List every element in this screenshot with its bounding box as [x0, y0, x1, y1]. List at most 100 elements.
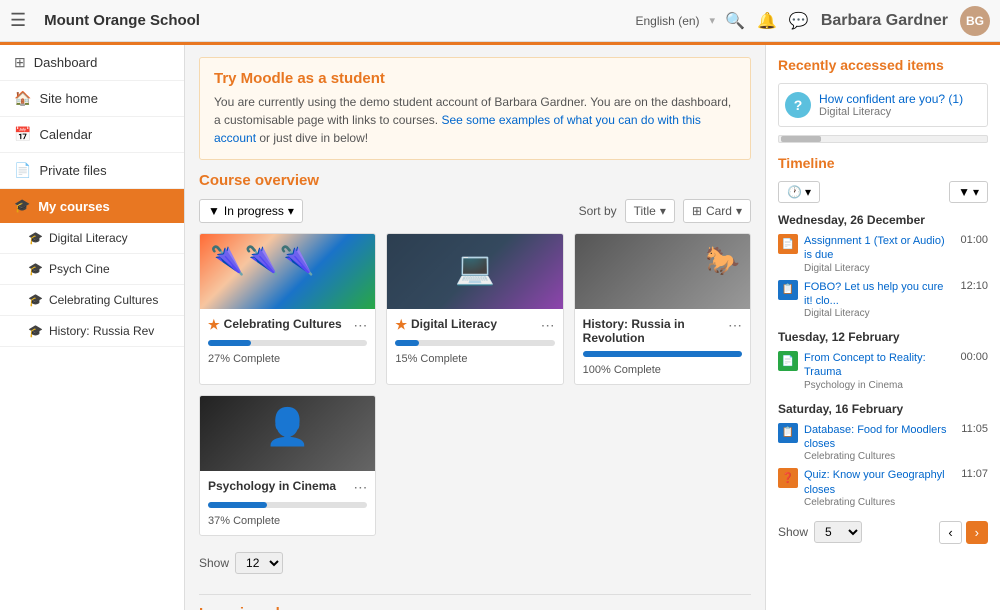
course-title-history: History: Russia in Revolution: [583, 317, 728, 345]
filter-icon: ▼: [208, 204, 220, 218]
user-name[interactable]: Barbara Gardner: [821, 12, 948, 30]
learning-plans: Learning plans: [199, 594, 751, 610]
timeline-event-database[interactable]: 📋 Database: Food for Moodlers closes Cel…: [778, 420, 988, 466]
view-button[interactable]: ⊞ Card ▾: [683, 199, 751, 223]
timeline-event-quiz[interactable]: ❓ Quiz: Know your Geographyl closes Cele…: [778, 465, 988, 511]
progress-text-psych: 37% Complete: [208, 515, 280, 527]
progress-bar-celebrating: [208, 340, 251, 346]
recent-item-title: How confident are you? (1): [819, 92, 981, 106]
event-icon-fobo: 📋: [778, 280, 798, 300]
timeline-event-fobo[interactable]: 📋 FOBO? Let us help you cure it! clo... …: [778, 277, 988, 323]
try-moodle-text2: or just dive in below!: [259, 131, 368, 145]
sidebar-item-private-files[interactable]: 📄 Private files: [0, 153, 184, 189]
timeline-section: Timeline 🕐 ▾ ▼ ▾ Wednesday, 26 December …: [778, 155, 988, 544]
recent-item-course: Digital Literacy: [819, 106, 981, 118]
event-time-assignment: 01:00: [960, 234, 988, 246]
grid-icon: ⊞: [692, 204, 702, 218]
course-card-digital[interactable]: ★ Digital Literacy ⋯ 15% Complete: [386, 233, 563, 385]
more-icon-celebrating[interactable]: ⋯: [353, 317, 367, 334]
notification-icon[interactable]: 🔔: [757, 11, 777, 31]
try-moodle-text: You are currently using the demo student…: [214, 93, 736, 147]
sidebar-item-digital-literacy[interactable]: 🎓 Digital Literacy: [0, 223, 184, 254]
progress-bar-digital: [395, 340, 419, 346]
recent-item-icon: ?: [785, 92, 811, 118]
course-card-history[interactable]: History: Russia in Revolution ⋯ 100% Com…: [574, 233, 751, 385]
course-overview-header: Course overview: [199, 172, 751, 189]
event-title-database: Database: Food for Moodlers closes: [804, 423, 955, 452]
event-course-assignment: Digital Literacy: [804, 263, 954, 274]
progress-bar-history: [583, 351, 742, 357]
sidebar-item-history-russia[interactable]: 🎓 History: Russia Rev: [0, 316, 184, 347]
recent-item-how-confident[interactable]: ? How confident are you? (1) Digital Lit…: [778, 83, 988, 127]
event-info-database: Database: Food for Moodlers closes Celeb…: [804, 423, 955, 463]
event-title-trauma: From Concept to Reality: Trauma: [804, 351, 954, 380]
course-card-psych[interactable]: Psychology in Cinema ⋯ 37% Complete: [199, 395, 376, 536]
filter-arrow: ▾: [288, 204, 294, 218]
show-label: Show: [199, 556, 229, 570]
course-title-digital: Digital Literacy: [411, 317, 497, 331]
course-card-title-psych: Psychology in Cinema: [208, 479, 353, 493]
sidebar-item-celebrating-cultures[interactable]: 🎓 Celebrating Cultures: [0, 285, 184, 316]
sort-button[interactable]: Title ▾: [625, 199, 675, 223]
event-info-fobo: FOBO? Let us help you cure it! clo... Di…: [804, 280, 954, 320]
scroll-indicator: [778, 135, 988, 143]
show-select-timeline[interactable]: 5 10: [814, 521, 862, 543]
progress-text-celebrating: 27% Complete: [208, 353, 280, 365]
avatar[interactable]: BG: [960, 6, 990, 36]
more-icon-psych[interactable]: ⋯: [353, 479, 367, 496]
course-title-celebrating: Celebrating Cultures: [224, 317, 342, 331]
sidebar-label-hr: History: Russia Rev: [49, 324, 154, 338]
sidebar-label-calendar: Calendar: [39, 127, 92, 142]
my-courses-section[interactable]: 🎓 My courses: [0, 189, 184, 223]
course-icon-cc: 🎓: [28, 293, 43, 307]
course-overview-title: Course overview: [199, 172, 319, 189]
home-icon: 🏠: [14, 90, 31, 107]
sidebar-label-cc: Celebrating Cultures: [49, 293, 158, 307]
menu-icon[interactable]: ☰: [10, 10, 26, 31]
event-time-database: 11:05: [961, 423, 988, 435]
event-title-assignment: Assignment 1 (Text or Audio) is due: [804, 234, 954, 263]
course-card-body-psych: Psychology in Cinema ⋯ 37% Complete: [200, 471, 375, 535]
event-info-assignment: Assignment 1 (Text or Audio) is due Digi…: [804, 234, 954, 274]
progress-bar-psych: [208, 502, 267, 508]
top-navbar: ☰ Mount Orange School English (en) ▾ 🔍 🔔…: [0, 0, 1000, 42]
clock-button[interactable]: 🕐 ▾: [778, 181, 820, 203]
next-button[interactable]: ›: [966, 521, 988, 544]
sidebar-item-psych-cine[interactable]: 🎓 Psych Cine: [0, 254, 184, 285]
timeline-controls: 🕐 ▾ ▼ ▾: [778, 181, 988, 203]
chat-icon[interactable]: 💬: [789, 11, 809, 31]
timeline-event-trauma[interactable]: 📄 From Concept to Reality: Trauma Psycho…: [778, 348, 988, 394]
file-icon: 📄: [14, 162, 31, 179]
more-icon-digital[interactable]: ⋯: [541, 317, 555, 334]
course-grid: ★ Celebrating Cultures ⋯ 27% Complete: [199, 233, 751, 536]
event-info-quiz: Quiz: Know your Geographyl closes Celebr…: [804, 468, 955, 508]
progress-container-digital: [395, 340, 554, 346]
course-card-body-celebrating: ★ Celebrating Cultures ⋯ 27% Complete: [200, 309, 375, 373]
star-icon-digital[interactable]: ★: [395, 317, 407, 333]
timeline-date-feb12: Tuesday, 12 February: [778, 330, 988, 344]
progress-container-psych: [208, 502, 367, 508]
course-card-celebrating[interactable]: ★ Celebrating Cultures ⋯ 27% Complete: [199, 233, 376, 385]
prev-button[interactable]: ‹: [939, 521, 961, 544]
more-icon-history[interactable]: ⋯: [728, 317, 742, 334]
course-image-digital: [387, 234, 562, 309]
filter-button[interactable]: ▼ In progress ▾: [199, 199, 303, 223]
event-course-trauma: Psychology in Cinema: [804, 380, 954, 391]
view-label: Card: [706, 204, 732, 218]
star-icon-celebrating[interactable]: ★: [208, 317, 220, 333]
filter-timeline-button[interactable]: ▼ ▾: [949, 181, 988, 203]
lang-dropdown-arrow[interactable]: ▾: [710, 14, 716, 27]
timeline-event-assignment[interactable]: 📄 Assignment 1 (Text or Audio) is due Di…: [778, 231, 988, 277]
sidebar-item-dashboard[interactable]: ⊞ Dashboard: [0, 45, 184, 81]
search-icon[interactable]: 🔍: [725, 11, 745, 31]
language-selector[interactable]: English (en): [636, 14, 700, 28]
course-card-header-digital: ★ Digital Literacy ⋯: [395, 317, 554, 334]
filter-label: In progress: [224, 204, 284, 218]
filter-timeline-arrow: ▾: [973, 185, 979, 199]
calendar-icon: 📅: [14, 126, 31, 143]
view-arrow: ▾: [736, 204, 742, 218]
sidebar-item-calendar[interactable]: 📅 Calendar: [0, 117, 184, 153]
show-select[interactable]: 12 24: [235, 552, 283, 574]
sidebar-item-site-home[interactable]: 🏠 Site home: [0, 81, 184, 117]
recent-item-info: How confident are you? (1) Digital Liter…: [819, 92, 981, 118]
